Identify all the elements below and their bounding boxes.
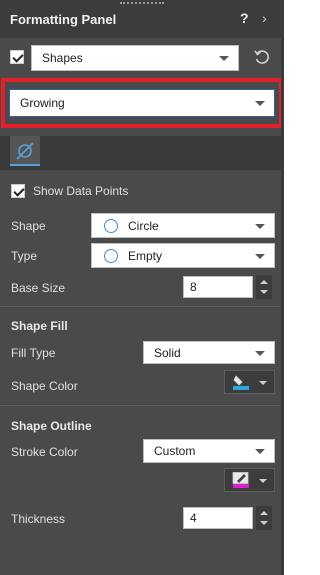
scatter-shape-icon — [16, 142, 34, 160]
stroke-color-dropdown-value: Custom — [154, 444, 196, 458]
panel-header: Formatting Panel ? › — [0, 0, 284, 38]
circle-icon — [104, 218, 118, 233]
thickness-input[interactable]: 4 — [183, 507, 253, 529]
base-size-input[interactable]: 8 — [183, 276, 253, 298]
section-divider — [0, 405, 284, 406]
style-dropdown[interactable]: Growing — [9, 89, 275, 117]
panel-title: Formatting Panel — [10, 12, 117, 27]
shapes-checkbox[interactable] — [10, 50, 24, 64]
shapes-dropdown-value: Shapes — [42, 51, 83, 65]
pencil-icon — [232, 472, 249, 488]
style-dropdown-value: Growing — [20, 96, 65, 110]
scrollbar[interactable] — [281, 38, 284, 575]
stepper-up-icon[interactable] — [260, 511, 268, 515]
show-data-points-label: Show Data Points — [33, 184, 129, 198]
fill-type-dropdown[interactable]: Solid — [143, 341, 275, 364]
fill-type-dropdown-value: Solid — [154, 345, 181, 360]
stepper-up-icon[interactable] — [260, 280, 268, 284]
shape-dropdown[interactable]: Circle — [91, 213, 275, 238]
thickness-label: Thickness — [11, 512, 66, 526]
chevron-down-icon — [255, 223, 265, 229]
stroke-color-picker[interactable] — [224, 468, 275, 492]
show-data-points-checkbox[interactable] — [11, 184, 25, 198]
drag-handle[interactable] — [120, 2, 164, 4]
paint-bucket-icon — [233, 375, 249, 390]
chevron-down-icon — [219, 56, 229, 61]
shape-color-picker[interactable] — [224, 370, 275, 394]
shapes-dropdown[interactable]: Shapes — [31, 45, 239, 71]
shape-fill-heading: Shape Fill — [11, 319, 68, 333]
chevron-right-icon[interactable]: › — [262, 10, 267, 26]
shape-color-label: Shape Color — [11, 379, 78, 393]
base-size-stepper[interactable] — [256, 275, 272, 299]
stroke-color-dropdown[interactable]: Custom — [143, 439, 275, 463]
chevron-down-icon — [259, 381, 267, 385]
shape-label: Shape — [11, 219, 46, 233]
stepper-down-icon[interactable] — [260, 521, 268, 525]
stroke-color-label: Stroke Color — [11, 445, 78, 459]
base-size-value: 8 — [190, 280, 197, 294]
help-icon[interactable]: ? — [240, 10, 249, 26]
type-dropdown-value: Empty — [128, 248, 163, 263]
shape-dropdown-value: Circle — [128, 218, 159, 233]
chevron-down-icon — [255, 449, 265, 454]
chevron-down-icon — [255, 101, 265, 106]
base-size-label: Base Size — [11, 281, 66, 295]
type-dropdown[interactable]: Empty — [91, 243, 275, 268]
stepper-down-icon[interactable] — [260, 290, 268, 294]
tab-bar — [0, 136, 284, 170]
chevron-down-icon — [259, 479, 267, 483]
fill-type-label: Fill Type — [11, 346, 56, 360]
circle-icon — [104, 248, 118, 263]
shape-outline-heading: Shape Outline — [11, 419, 92, 433]
chevron-down-icon — [255, 350, 265, 356]
chevron-down-icon — [255, 253, 265, 259]
reset-icon[interactable] — [253, 48, 271, 66]
thickness-stepper[interactable] — [256, 506, 272, 530]
tab-scatter-shape[interactable] — [10, 136, 40, 166]
type-label: Type — [11, 249, 38, 263]
formatting-panel: Formatting Panel ? › Shapes Growing Show… — [0, 0, 284, 575]
section-divider — [0, 306, 284, 307]
thickness-value: 4 — [190, 511, 197, 525]
